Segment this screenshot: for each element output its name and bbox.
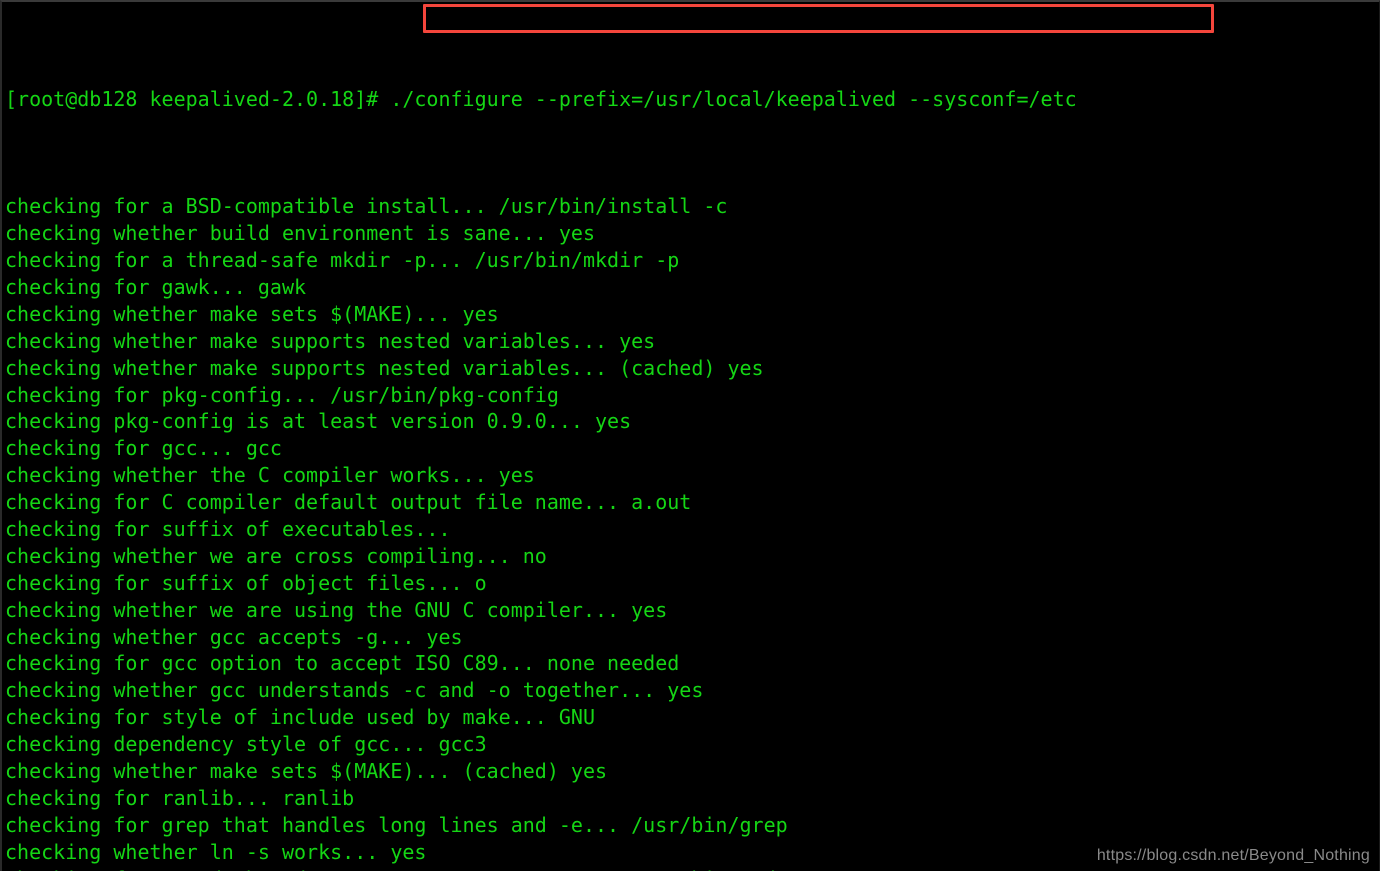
terminal-output-line: checking whether make supports nested va… xyxy=(5,328,656,353)
terminal-output-line: checking for ranlib... ranlib xyxy=(5,785,355,810)
terminal-output-line: checking whether gcc understands -c and … xyxy=(5,678,704,703)
terminal-output-line: checking for suffix of executables... xyxy=(5,517,463,542)
watermark-text: https://blog.csdn.net/Beyond_Nothing xyxy=(1096,847,1370,864)
terminal-output-line: checking whether we are using the GNU C … xyxy=(5,597,668,622)
terminal-output-line: checking whether we are cross compiling.… xyxy=(5,543,547,568)
output-lines-container: checking for a BSD-compatible install...… xyxy=(5,193,1379,871)
terminal-output-line: checking for gcc option to accept ISO C8… xyxy=(5,651,680,676)
terminal-output-line: checking for grep that handles long line… xyxy=(5,812,788,837)
terminal-output-line: checking for a thread-safe mkdir -p... /… xyxy=(5,248,680,273)
terminal-output-line: checking dependency style of gcc... gcc3 xyxy=(5,732,487,757)
terminal-output-area[interactable]: [root@db128 keepalived-2.0.18]# ./config… xyxy=(2,2,1379,871)
terminal-output-line: checking whether make sets $(MAKE)... ye… xyxy=(5,301,499,326)
terminal-output-line: checking whether make supports nested va… xyxy=(5,355,764,380)
terminal-output-line: checking for a BSD-compatible install...… xyxy=(5,194,728,219)
terminal-output-line: checking for style of include used by ma… xyxy=(5,705,596,730)
terminal-output-line: checking whether make sets $(MAKE)... (c… xyxy=(5,759,608,784)
terminal-output-line: checking for gawk... gawk xyxy=(5,275,307,299)
terminal-output-line: checking for a sed that does not truncat… xyxy=(5,866,1379,871)
shell-prompt: [root@db128 keepalived-2.0.18]# xyxy=(5,86,391,111)
terminal-output-line: checking for pkg-config... /usr/bin/pkg-… xyxy=(5,382,559,407)
terminal-output-line: checking for gcc... gcc xyxy=(5,436,282,461)
terminal-window[interactable]: [root@db128 keepalived-2.0.18]# ./config… xyxy=(0,0,1380,871)
terminal-output-line: checking for suffix of object files... o xyxy=(5,570,487,595)
terminal-output-line: checking whether build environment is sa… xyxy=(5,221,596,246)
terminal-output-line: checking whether the C compiler works...… xyxy=(5,463,535,488)
terminal-output-line: checking for C compiler default output f… xyxy=(5,490,692,515)
terminal-output-line: checking whether gcc accepts -g... yes xyxy=(5,624,463,649)
terminal-output-line: checking pkg-config is at least version … xyxy=(5,409,632,434)
entered-command: ./configure --prefix=/usr/local/keepaliv… xyxy=(390,86,1077,111)
command-prompt-line: [root@db128 keepalived-2.0.18]# ./config… xyxy=(5,86,1379,113)
